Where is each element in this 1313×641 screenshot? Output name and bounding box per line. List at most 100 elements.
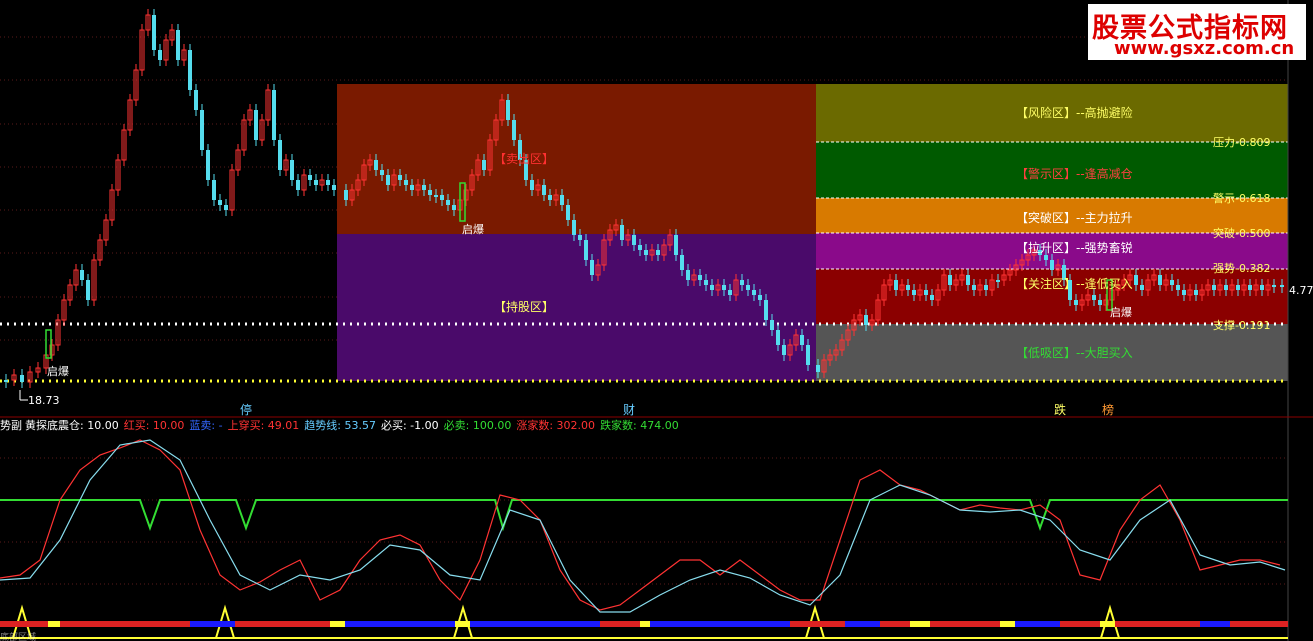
- signal-segment: [1200, 621, 1230, 627]
- risk-zone-label: 【风险区】--高抛避险: [1016, 105, 1133, 120]
- candle-body: [398, 175, 402, 180]
- candle-body: [704, 280, 708, 285]
- candle-body: [972, 285, 976, 290]
- candle-body: [176, 30, 180, 60]
- signal-segment: [0, 621, 48, 627]
- candle-body: [218, 200, 222, 205]
- candle-body: [770, 320, 774, 330]
- low-zone-label: 【低吸区】--大胆买入: [1016, 346, 1133, 360]
- candle-body: [632, 235, 636, 245]
- candle-body: [984, 285, 988, 290]
- candle-body: [590, 260, 594, 275]
- candle-body: [680, 255, 684, 270]
- candle-body: [948, 275, 952, 285]
- signal-segment: [1060, 621, 1100, 627]
- candle-body: [816, 365, 820, 372]
- candle-body: [674, 235, 678, 255]
- indicator-green-line: [0, 499, 1288, 532]
- candle-body: [290, 160, 294, 180]
- candle-body: [200, 110, 204, 150]
- signal-segment: [345, 621, 455, 627]
- signal-segment: [650, 621, 790, 627]
- candle-body: [1134, 275, 1138, 285]
- candle-body: [254, 110, 258, 140]
- indicator-item: 蓝卖: -: [189, 419, 223, 432]
- candle-body: [930, 295, 934, 300]
- candle-body: [482, 160, 486, 170]
- signal-segment: [1000, 621, 1015, 627]
- indicator-item: 跌家数: 474.00: [600, 419, 679, 432]
- indicator-item: 红买: 10.00: [123, 419, 185, 432]
- candle-body: [578, 235, 582, 240]
- candle-body: [1158, 275, 1162, 285]
- candle-body: [1098, 300, 1102, 305]
- candle-body: [548, 195, 552, 200]
- candle-body: [296, 180, 300, 190]
- signal-segment: [190, 621, 235, 627]
- candle-body: [542, 185, 546, 195]
- candle-body: [1194, 290, 1198, 295]
- signal-segment: [1230, 621, 1288, 627]
- candle-body: [1248, 285, 1252, 290]
- candle-body: [206, 150, 210, 180]
- candle-body: [422, 185, 426, 190]
- candle-body: [380, 170, 384, 175]
- qibao-marker-3: 启爆: [1110, 305, 1132, 319]
- qibao-marker-1: 启爆: [47, 364, 69, 378]
- signal-segment: [600, 621, 640, 627]
- candle-body: [1170, 280, 1174, 285]
- axis-event-cai: 财: [623, 403, 635, 417]
- candle-body: [1182, 290, 1186, 295]
- signal-segment: [235, 621, 330, 627]
- candle-body: [1224, 285, 1228, 290]
- indicator-item: 黄探底震仓: 10.00: [25, 419, 119, 432]
- axis-event-die: 跌: [1054, 402, 1066, 417]
- stock-chart[interactable]: 【风险区】--高抛避险 【警示区】--逢高减仓 【突破区】--主力拉升 【拉升区…: [0, 0, 1313, 641]
- signal-segment: [880, 621, 910, 627]
- candle-body: [906, 285, 910, 290]
- candle-body: [1140, 285, 1144, 290]
- watermark-url: www.gsxz.com.cn: [1114, 38, 1295, 59]
- indicator-item: 涨家数: 302.00: [516, 419, 596, 432]
- axis-event-ting: 停: [240, 402, 252, 417]
- candle-body: [404, 180, 408, 185]
- candle-body: [746, 285, 750, 290]
- candle-body: [966, 275, 970, 285]
- pull-zone-label: 【拉升区】--强势畜锐: [1016, 240, 1133, 255]
- signal-segment: [60, 621, 190, 627]
- indicator-item: 必买: -1.00: [380, 419, 439, 432]
- candle-body: [344, 190, 348, 200]
- level-label-strong: 强势-0.382: [1213, 262, 1270, 275]
- axis-event-bang: 榜: [1102, 402, 1114, 417]
- qibao-candle: [45, 329, 52, 359]
- candle-body: [656, 250, 660, 255]
- signal-segment: [470, 621, 600, 627]
- indicator-item: 趋势线: 53.57: [304, 419, 376, 432]
- candle-body: [1044, 255, 1048, 260]
- candle-body: [764, 300, 768, 320]
- candle-body: [912, 290, 916, 295]
- candle-body: [722, 285, 726, 290]
- candle-body: [374, 160, 378, 170]
- candle-body: [752, 290, 756, 295]
- candle-body: [506, 100, 510, 120]
- signal-segment: [930, 621, 1000, 627]
- candle-body: [428, 190, 432, 195]
- candle-body: [410, 185, 414, 190]
- candle-body: [332, 185, 336, 190]
- indicator-cyan-line: [0, 439, 1286, 613]
- candle-body: [782, 345, 786, 355]
- candle-body: [188, 50, 192, 90]
- hold-zone-label: 【持股区】: [494, 299, 554, 314]
- level-label-support: 支撑-0.191: [1213, 318, 1270, 332]
- level-label-break: 突破-0.500: [1213, 226, 1270, 240]
- candle-body: [728, 290, 732, 295]
- candle-body: [806, 345, 810, 365]
- right-price-label: 4.77: [1289, 284, 1313, 297]
- candle-body: [740, 280, 744, 285]
- watch-zone-label: 【关注区】--逢低买入: [1016, 276, 1133, 291]
- watermark: 股票公式指标网 www.gsxz.com.cn: [1088, 4, 1306, 60]
- candle-body: [1212, 285, 1216, 290]
- candle-body: [1260, 285, 1264, 290]
- candle-body: [278, 140, 282, 170]
